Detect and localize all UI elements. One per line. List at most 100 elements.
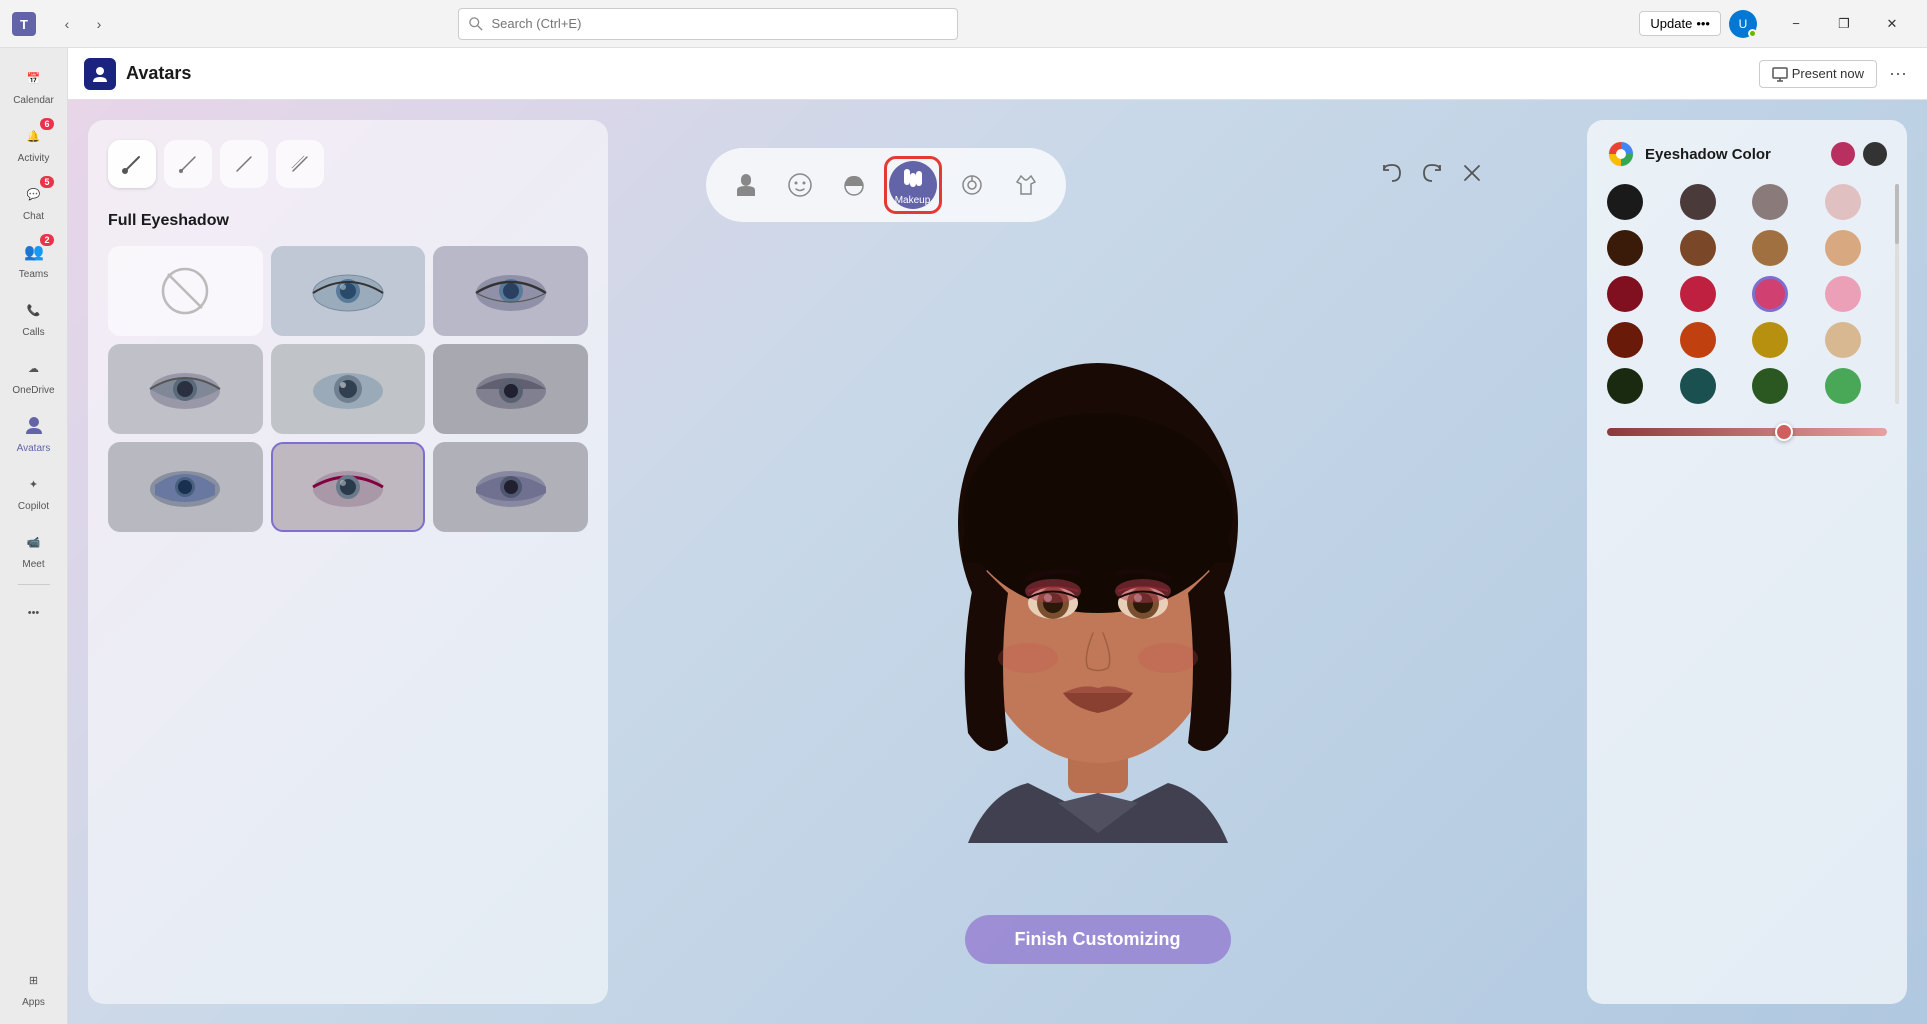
color-option[interactable]: [1752, 322, 1788, 358]
avatar-svg: [908, 363, 1288, 883]
color-scrollbar[interactable]: [1895, 184, 1899, 404]
search-input[interactable]: [491, 16, 947, 31]
sidebar-item-copilot[interactable]: ✦ Copilot: [0, 462, 67, 520]
color-option[interactable]: [1607, 276, 1643, 312]
update-label: Update: [1650, 16, 1692, 31]
toolbar-btn-body[interactable]: [722, 161, 770, 209]
color-option[interactable]: [1825, 276, 1861, 312]
sidebar-item-label: Calls: [22, 327, 44, 338]
eyeshadow-option-none[interactable]: [108, 246, 263, 336]
forward-button[interactable]: ›: [84, 9, 114, 39]
color-slider-track: [1607, 428, 1887, 436]
color-option[interactable]: [1607, 184, 1643, 220]
avatars-icon: [20, 412, 48, 440]
more-icon: •••: [20, 599, 48, 627]
eyeshadow-option-2[interactable]: [433, 246, 588, 336]
eyeshadow-option-1[interactable]: [271, 246, 426, 336]
color-grid-container: [1607, 184, 1887, 404]
close-editor-button[interactable]: [1454, 155, 1490, 191]
maximize-button[interactable]: ❐: [1821, 8, 1867, 40]
color-option[interactable]: [1752, 368, 1788, 404]
sidebar-item-activity[interactable]: 🔔 6 Activity: [0, 114, 67, 172]
sidebar-item-meet[interactable]: 📹 Meet: [0, 520, 67, 578]
toolbar-btn-hair[interactable]: [830, 161, 878, 209]
color-option[interactable]: [1680, 230, 1716, 266]
search-bar[interactable]: [458, 8, 958, 40]
titlebar: T ‹ › Update ••• U − ❐ ✕: [0, 0, 1927, 48]
color-option[interactable]: [1825, 184, 1861, 220]
toolbar-btn-makeup[interactable]: Makeup: [889, 161, 937, 209]
sidebar-item-label: Avatars: [17, 443, 51, 454]
undo-button[interactable]: [1374, 155, 1410, 191]
color-option[interactable]: [1680, 184, 1716, 220]
slider-thumb: [1775, 423, 1793, 441]
color-option[interactable]: [1752, 184, 1788, 220]
selected-color-1[interactable]: [1831, 142, 1855, 166]
makeup-tab-3[interactable]: [220, 140, 268, 188]
chat-icon: 💬 5: [20, 180, 48, 208]
color-option[interactable]: [1680, 276, 1716, 312]
minimize-button[interactable]: −: [1773, 8, 1819, 40]
eyeshadow-option-7[interactable]: [271, 442, 426, 532]
makeup-label: Makeup: [895, 195, 931, 206]
sidebar-divider: [18, 584, 50, 585]
color-panel-title: Eyeshadow Color: [1645, 146, 1821, 163]
left-panel: Full Eyeshadow: [88, 120, 608, 1004]
activity-badge: 6: [40, 118, 53, 130]
color-option[interactable]: [1825, 322, 1861, 358]
sidebar-item-chat[interactable]: 💬 5 Chat: [0, 172, 67, 230]
user-status-indicator: [1748, 29, 1757, 38]
sidebar-item-teams[interactable]: 👥 2 Teams: [0, 230, 67, 288]
color-option[interactable]: [1680, 368, 1716, 404]
color-grid: [1607, 184, 1887, 404]
eyeshadow-option-4[interactable]: [271, 344, 426, 434]
eyeshadow-option-3[interactable]: [108, 344, 263, 434]
window-controls: − ❐ ✕: [1773, 8, 1915, 40]
toolbar-btn-accessories[interactable]: [948, 161, 996, 209]
edit-controls: [1374, 155, 1490, 191]
update-button[interactable]: Update •••: [1639, 11, 1721, 36]
color-option[interactable]: [1607, 322, 1643, 358]
back-button[interactable]: ‹: [52, 9, 82, 39]
makeup-tab-eyeshadow[interactable]: [108, 140, 156, 188]
sidebar-item-onedrive[interactable]: ☁ OneDrive: [0, 346, 67, 404]
toolbar-makeup-wrapper: Makeup: [884, 156, 942, 214]
sidebar-item-apps[interactable]: ⊞ Apps: [16, 958, 52, 1016]
color-option-selected[interactable]: [1752, 276, 1788, 312]
sidebar-item-label: Activity: [18, 153, 50, 164]
titlebar-right: Update ••• U − ❐ ✕: [1639, 8, 1915, 40]
present-now-label: Present now: [1792, 66, 1864, 81]
present-now-button[interactable]: Present now: [1759, 60, 1877, 88]
toolbar-btn-face[interactable]: [776, 161, 824, 209]
chat-badge: 5: [40, 176, 53, 188]
scrollbar-thumb[interactable]: [1895, 184, 1899, 244]
color-option[interactable]: [1680, 322, 1716, 358]
header-more-button[interactable]: ···: [1885, 59, 1911, 88]
page-title: Avatars: [126, 63, 191, 84]
main-content: Avatars Present now ···: [68, 48, 1927, 1024]
teams-icon: 👥 2: [20, 238, 48, 266]
color-option[interactable]: [1752, 230, 1788, 266]
eyeshadow-option-8[interactable]: [433, 442, 588, 532]
color-option[interactable]: [1825, 230, 1861, 266]
finish-customizing-button[interactable]: Finish Customizing: [965, 915, 1231, 964]
calls-icon: 📞: [20, 296, 48, 324]
color-option[interactable]: [1825, 368, 1861, 404]
close-button[interactable]: ✕: [1869, 8, 1915, 40]
selected-color-2[interactable]: [1863, 142, 1887, 166]
eyeshadow-option-5[interactable]: [433, 344, 588, 434]
makeup-tab-2[interactable]: [164, 140, 212, 188]
sidebar-item-calendar[interactable]: 📅 Calendar: [0, 56, 67, 114]
sidebar-item-more[interactable]: •••: [0, 591, 67, 635]
sidebar-item-avatars[interactable]: Avatars: [0, 404, 67, 462]
sidebar-item-label: OneDrive: [12, 385, 54, 396]
redo-button[interactable]: [1414, 155, 1450, 191]
calendar-icon: 📅: [20, 64, 48, 92]
sidebar-item-calls[interactable]: 📞 Calls: [0, 288, 67, 346]
color-option[interactable]: [1607, 368, 1643, 404]
color-option[interactable]: [1607, 230, 1643, 266]
toolbar-btn-clothing[interactable]: [1002, 161, 1050, 209]
makeup-tab-4[interactable]: [276, 140, 324, 188]
user-avatar[interactable]: U: [1729, 10, 1757, 38]
eyeshadow-option-6[interactable]: [108, 442, 263, 532]
